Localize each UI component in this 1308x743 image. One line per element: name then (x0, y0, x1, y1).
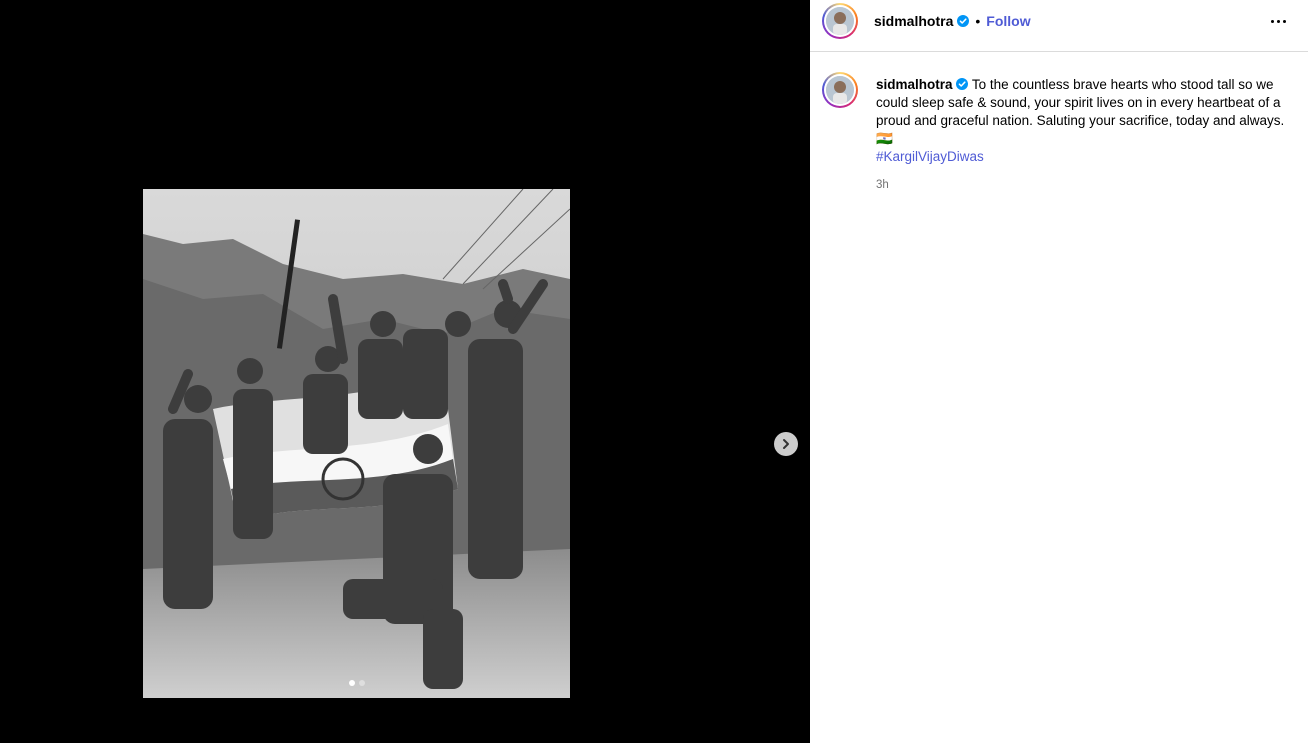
avatar-image (826, 7, 854, 35)
carousel-dots (143, 680, 570, 686)
chevron-right-icon (783, 439, 789, 449)
post-details-pane: sidmalhotra • Follow sidmalhotra To the … (810, 0, 1308, 743)
more-options-icon[interactable] (1266, 12, 1290, 30)
caption-avatar[interactable] (822, 72, 858, 108)
separator-dot: • (975, 13, 981, 29)
kargil-soldiers-photo (143, 189, 570, 698)
carousel-dot (348, 680, 355, 686)
next-media-button[interactable] (774, 432, 798, 456)
header-user-row: sidmalhotra • Follow (874, 12, 1031, 30)
hashtag-link[interactable]: #KargilVijayDiwas (876, 148, 1298, 166)
follow-button[interactable]: Follow (986, 13, 1030, 29)
username-link[interactable]: sidmalhotra (874, 13, 953, 29)
verified-badge-icon (956, 78, 969, 90)
carousel-dot (358, 680, 365, 686)
post-timestamp[interactable]: 3h (876, 176, 1298, 194)
avatar-image (826, 76, 854, 104)
avatar[interactable] (822, 3, 858, 39)
post-header: sidmalhotra • Follow (810, 0, 1308, 52)
caption-username[interactable]: sidmalhotra (876, 77, 953, 92)
verified-badge-icon (957, 15, 970, 27)
post-photo[interactable] (143, 189, 570, 698)
caption-text-block: sidmalhotra To the countless brave heart… (876, 76, 1298, 194)
media-pane (0, 0, 809, 743)
